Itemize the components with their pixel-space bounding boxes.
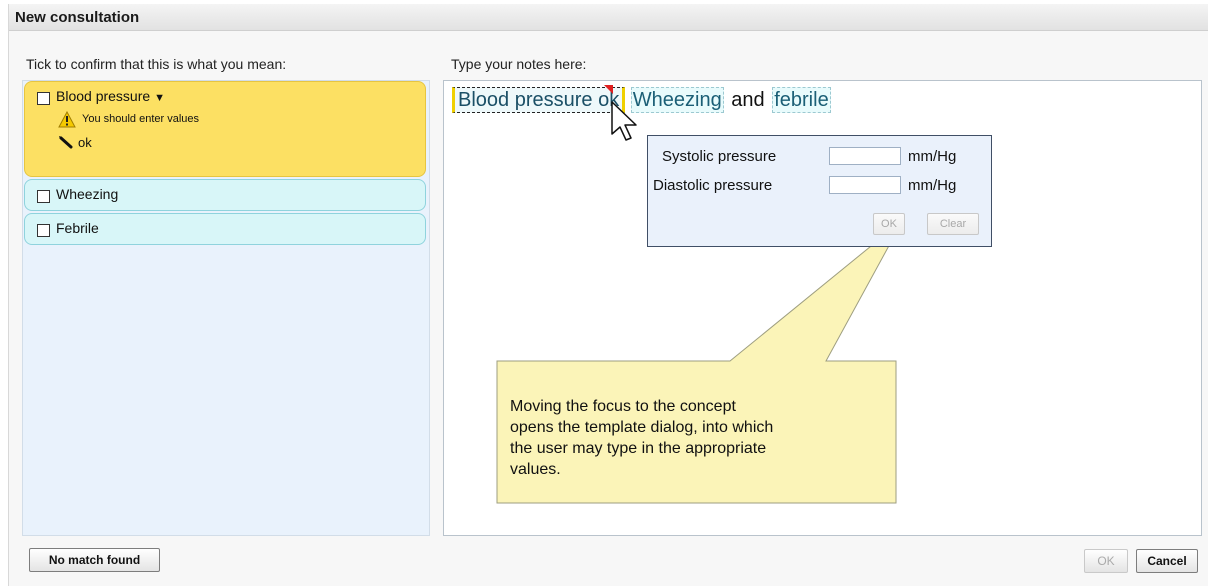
no-match-button[interactable]: No match found	[29, 548, 160, 572]
systolic-unit: mm/Hg	[908, 148, 957, 165]
diastolic-input[interactable]	[829, 176, 901, 194]
callout-line: values.	[510, 461, 561, 478]
callout-line: the user may type in the appropriate	[510, 440, 767, 457]
systolic-label: Systolic pressure	[662, 148, 777, 165]
template-dialog: Systolic pressure mm/Hg Diastolic pressu…	[647, 135, 992, 247]
template-clear-button[interactable]: Clear	[927, 213, 979, 235]
pointer-cursor-icon	[611, 101, 637, 141]
callout-line: Moving the focus to the concept	[510, 398, 736, 415]
cancel-button[interactable]: Cancel	[1136, 549, 1198, 573]
callout-bubble	[496, 219, 904, 504]
callout-line: opens the template dialog, into which	[510, 419, 774, 436]
callout-text: Moving the focus to the concept opens th…	[510, 396, 880, 480]
systolic-input[interactable]	[829, 147, 901, 165]
diastolic-label: Diastolic pressure	[653, 177, 773, 194]
diastolic-unit: mm/Hg	[908, 177, 957, 194]
ok-button[interactable]: OK	[1084, 549, 1128, 573]
template-ok-button[interactable]: OK	[873, 213, 905, 235]
